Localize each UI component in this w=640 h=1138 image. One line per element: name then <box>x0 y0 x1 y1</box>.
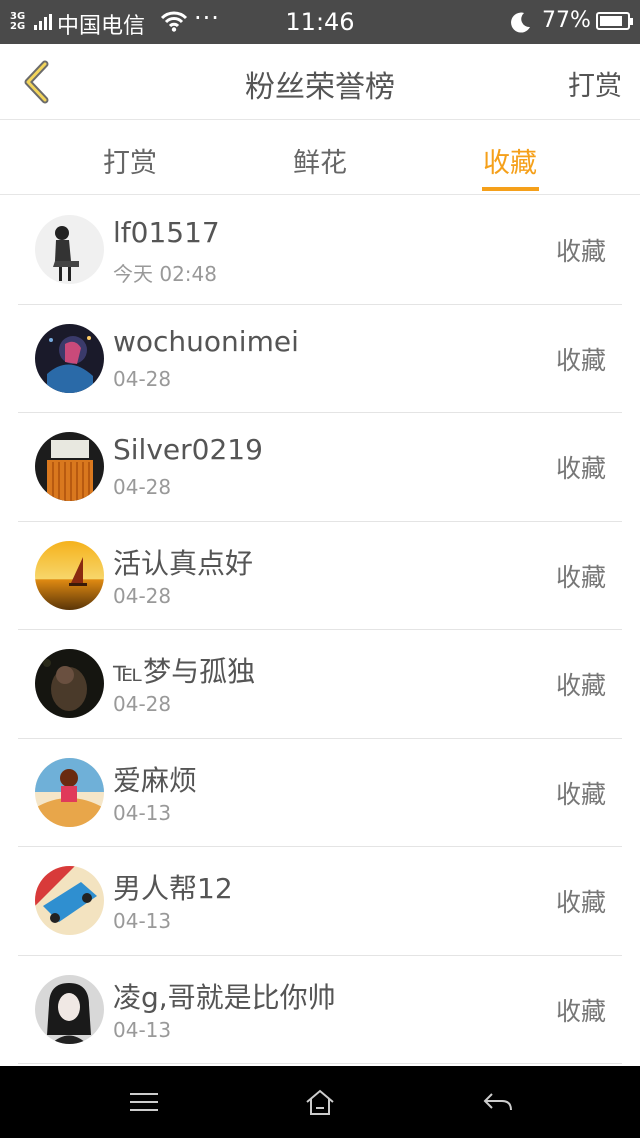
tab-bar: 打赏 鲜花 收藏 <box>0 121 640 195</box>
page-title: 粉丝荣誉榜 <box>245 70 395 105</box>
list-item[interactable]: wochuonimei 04-28 收藏 <box>18 305 622 413</box>
favorite-label: 收藏 <box>555 779 606 809</box>
user-name: 男人帮12 <box>113 872 233 905</box>
favorite-label: 收藏 <box>555 562 606 592</box>
avatar <box>35 323 104 393</box>
avatar <box>35 757 104 827</box>
back-arrow-icon <box>483 1093 512 1111</box>
list-item[interactable]: ℡梦与孤独 04-28 收藏 <box>18 630 622 739</box>
avatar <box>35 215 104 284</box>
list-item[interactable]: Silver0219 04-28 收藏 <box>18 413 622 522</box>
battery-icon <box>596 12 633 30</box>
user-name: ℡梦与孤独 <box>113 655 256 688</box>
user-name: 凌g,哥就是比你帅 <box>113 980 336 1014</box>
user-name: Silver0219 <box>113 433 263 466</box>
user-name: lf01517 <box>113 216 220 249</box>
timestamp: 04-13 <box>113 909 172 933</box>
favorite-label: 收藏 <box>555 888 606 917</box>
list-item[interactable]: 活认真点好 04-28 收藏 <box>18 522 622 630</box>
timestamp: 04-28 <box>113 475 172 499</box>
avatar <box>35 432 104 501</box>
favorite-label: 收藏 <box>555 237 606 266</box>
user-name: 活认真点好 <box>113 546 254 580</box>
battery-percent: 77% <box>542 8 591 33</box>
list-item[interactable]: lf01517 今天 02:48 收藏 <box>18 196 622 305</box>
timestamp: 04-13 <box>113 800 172 825</box>
active-tab-indicator <box>482 187 539 191</box>
timestamp: 04-28 <box>113 583 172 608</box>
timestamp: 今天 02:48 <box>113 262 217 286</box>
top-header: 粉丝荣誉榜 打赏 <box>0 44 640 120</box>
home-icon <box>306 1089 334 1115</box>
avatar <box>35 974 104 1044</box>
system-back-button[interactable] <box>478 1086 518 1118</box>
tab-reward[interactable]: 打赏 <box>75 141 185 180</box>
tab-favorites[interactable]: 收藏 <box>455 141 565 180</box>
avatar <box>35 866 104 935</box>
timestamp: 04-28 <box>113 366 172 391</box>
system-nav-bar <box>0 1066 640 1138</box>
list-item[interactable]: 凌g,哥就是比你帅 04-13 收藏 <box>18 956 622 1064</box>
list-item[interactable]: 男人帮12 04-13 收藏 <box>18 847 622 956</box>
user-name: wochuonimei <box>113 324 299 358</box>
favorite-label: 收藏 <box>555 671 606 700</box>
timestamp: 04-28 <box>113 692 172 716</box>
tab-flowers[interactable]: 鲜花 <box>265 141 375 180</box>
favorite-label: 收藏 <box>555 996 606 1026</box>
home-button[interactable] <box>300 1086 340 1118</box>
timestamp: 04-13 <box>113 1017 172 1042</box>
menu-button[interactable] <box>124 1086 164 1118</box>
reward-button[interactable]: 打赏 <box>568 64 622 103</box>
avatar <box>35 649 104 718</box>
menu-icon <box>130 1093 158 1111</box>
user-name: 爱麻烦 <box>113 763 198 797</box>
avatar <box>35 540 104 610</box>
moon-icon <box>508 10 532 38</box>
favorite-label: 收藏 <box>555 454 606 483</box>
favorite-label: 收藏 <box>555 345 606 375</box>
list-item[interactable]: 爱麻烦 04-13 收藏 <box>18 739 622 847</box>
status-bar: 3G 2G 中国电信 ··· 11:46 77% <box>0 0 640 44</box>
fan-list: lf01517 今天 02:48 收藏 wochuonimei 04-28 收藏 <box>0 196 640 1064</box>
